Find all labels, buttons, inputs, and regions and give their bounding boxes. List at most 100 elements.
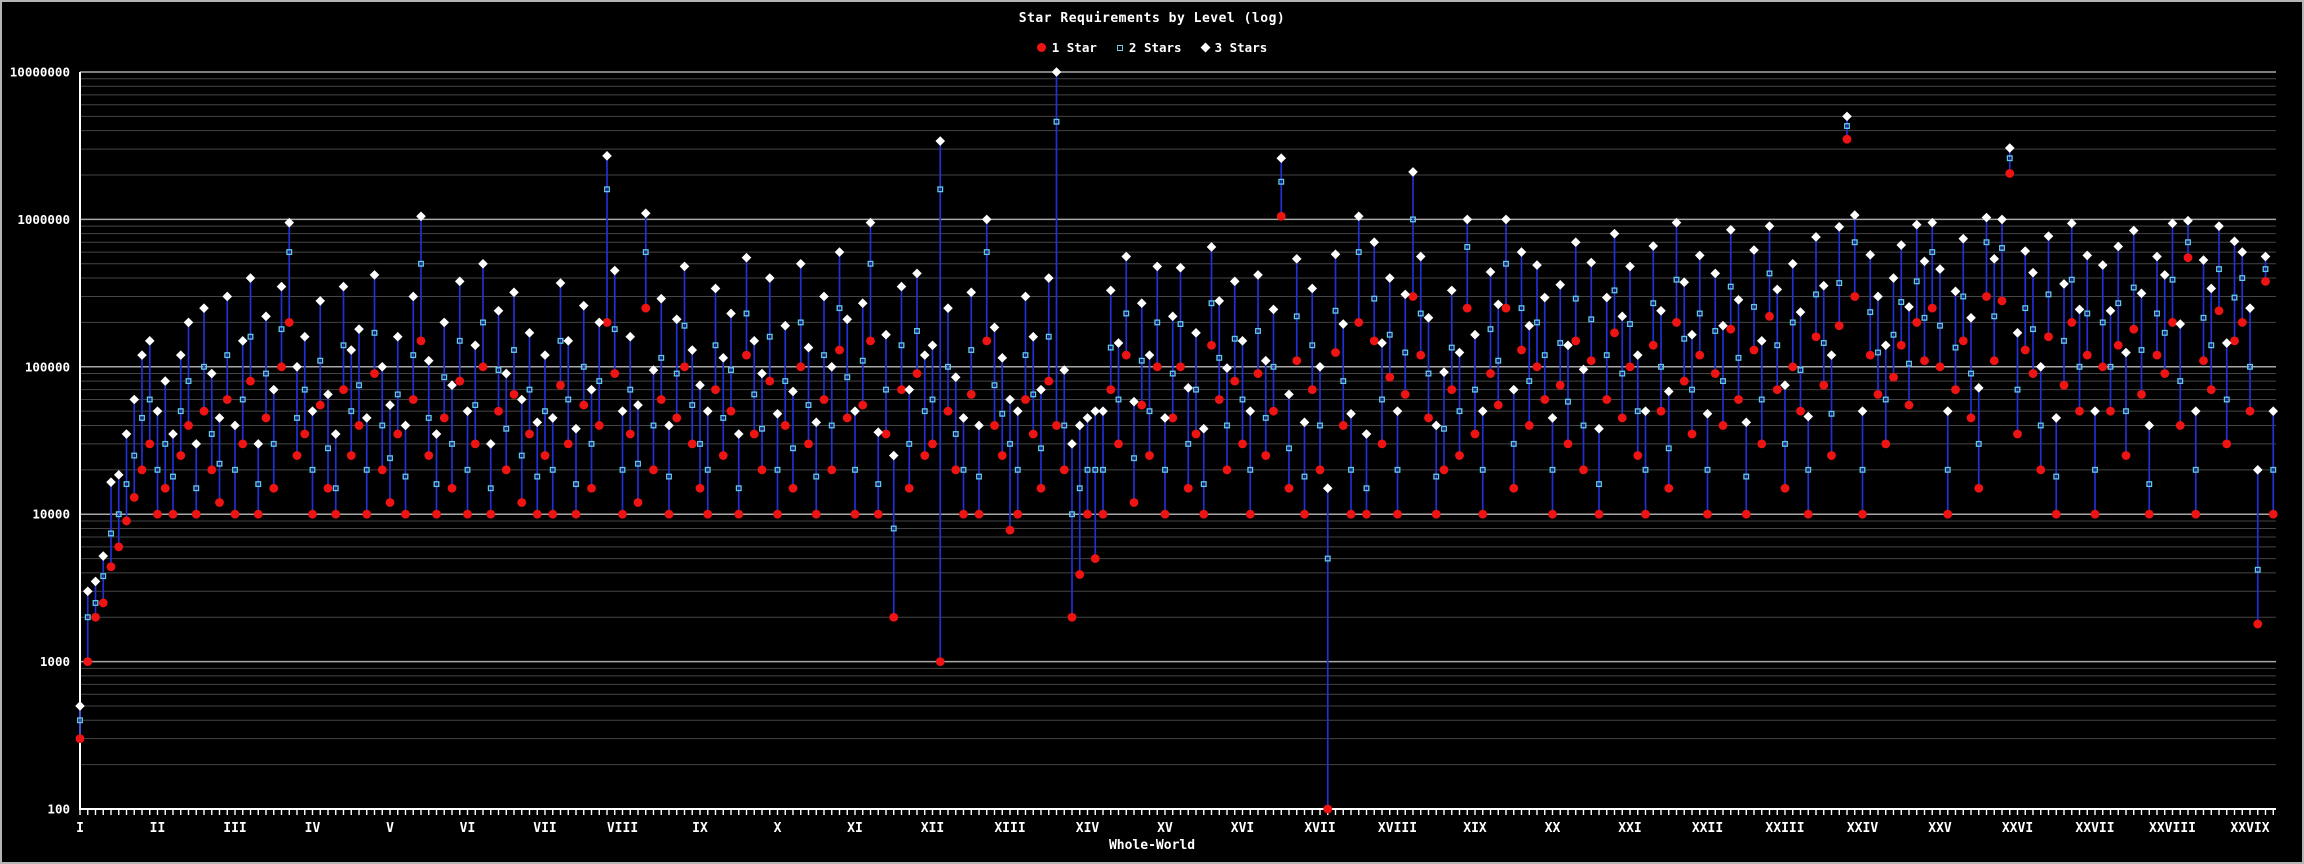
marker-1-star — [587, 483, 596, 493]
marker-3-stars — [1950, 286, 1961, 297]
marker-3-stars — [1989, 254, 2000, 264]
marker-3-stars — [617, 406, 628, 416]
chart-window: Star Requirements by Level (log) 1 Star … — [0, 0, 2304, 864]
marker-1-star — [695, 483, 705, 493]
marker-1-star — [1036, 483, 1046, 493]
marker-3-stars — [2074, 304, 2085, 315]
marker-3-stars — [299, 331, 310, 342]
marker-3-stars — [1369, 237, 1380, 248]
marker-1-star — [1834, 321, 1844, 331]
marker-1-star — [1687, 429, 1697, 439]
marker-3-stars — [1501, 214, 1511, 225]
marker-1-star — [1253, 369, 1263, 378]
marker-1-star — [1284, 483, 1294, 493]
marker-3-stars — [1384, 273, 1395, 283]
marker-1-star — [788, 483, 798, 493]
marker-1-star — [625, 429, 635, 439]
marker-1-star — [2075, 406, 2084, 416]
marker-1-star — [796, 362, 806, 372]
marker-1-star — [114, 542, 124, 552]
marker-3-stars — [2043, 231, 2054, 241]
marker-3-stars — [501, 368, 512, 379]
marker-3-stars — [245, 273, 256, 283]
marker-1-star — [470, 439, 480, 449]
marker-1-star — [1385, 372, 1395, 382]
marker-3-stars — [1865, 250, 1876, 260]
marker-3-stars — [1276, 153, 1287, 164]
x-axis-world-label: XXIII — [1765, 821, 1804, 836]
marker-1-star — [1896, 340, 1906, 350]
marker-1-star — [1958, 336, 1968, 346]
marker-1-star — [370, 369, 379, 378]
marker-3-stars — [1485, 267, 1496, 277]
marker-3-stars — [1904, 302, 1914, 312]
marker-3-stars — [1005, 394, 1015, 405]
marker-1-star — [563, 439, 573, 449]
marker-3-stars — [470, 340, 481, 351]
marker-1-star — [424, 451, 434, 460]
marker-3-stars — [315, 296, 326, 306]
marker-3-stars — [1067, 439, 1077, 449]
marker-1-star — [540, 451, 550, 460]
marker-1-star — [1594, 509, 1604, 519]
marker-1-star — [1393, 509, 1402, 519]
marker-1-star — [1292, 356, 1302, 366]
marker-1-star — [649, 465, 658, 475]
marker-3-stars — [1508, 384, 1519, 395]
marker-1-star — [1315, 465, 1325, 475]
marker-3-stars — [664, 420, 674, 431]
marker-1-star — [1377, 439, 1387, 449]
marker-1-star — [2020, 345, 2030, 355]
marker-1-star — [1183, 483, 1193, 493]
marker-3-stars — [594, 317, 605, 328]
marker-1-star — [966, 389, 976, 399]
marker-1-star — [122, 516, 131, 526]
marker-3-stars — [1237, 336, 1248, 346]
marker-3-stars — [1625, 261, 1635, 272]
marker-1-star — [1331, 348, 1340, 357]
marker-3-stars — [1539, 292, 1550, 303]
marker-1-star — [873, 509, 883, 519]
marker-3-stars — [741, 252, 752, 263]
marker-3-stars — [485, 439, 496, 449]
marker-3-stars — [478, 258, 488, 269]
marker-3-stars — [1020, 291, 1031, 302]
marker-1-star — [246, 376, 255, 386]
y-axis-label: 1000 — [40, 654, 70, 669]
x-axis-world-label: XIX — [1463, 821, 1487, 836]
marker-3-stars — [1880, 340, 1891, 351]
marker-1-star — [501, 465, 511, 475]
marker-1-star — [385, 498, 395, 507]
marker-3-stars — [1570, 237, 1581, 248]
marker-1-star — [401, 509, 410, 519]
marker-1-star — [1532, 362, 1542, 372]
marker-1-star — [2098, 362, 2108, 372]
marker-3-stars — [1919, 256, 1930, 267]
marker-1-star — [1400, 389, 1410, 399]
marker-1-star — [835, 345, 844, 355]
marker-1-star — [1230, 376, 1240, 386]
marker-1-star — [1307, 385, 1317, 395]
marker-1-star — [1083, 509, 1092, 519]
marker-1-star — [1199, 509, 1209, 519]
marker-3-stars — [385, 400, 395, 410]
marker-1-star — [1889, 372, 1898, 382]
marker-1-star — [773, 509, 782, 519]
marker-1-star — [1765, 311, 1774, 321]
x-axis-world-label: I — [76, 821, 84, 836]
marker-1-star — [253, 509, 263, 519]
marker-3-stars — [1563, 340, 1573, 351]
marker-1-star — [687, 439, 697, 449]
marker-3-stars — [2229, 236, 2240, 247]
marker-1-star — [1269, 406, 1278, 416]
marker-1-star — [137, 465, 147, 475]
marker-3-stars — [2105, 305, 2116, 316]
marker-1-star — [1672, 318, 1681, 327]
marker-1-star — [354, 421, 364, 430]
marker-3-stars — [152, 406, 163, 416]
marker-1-star — [664, 509, 674, 519]
marker-1-star — [2199, 356, 2208, 366]
marker-3-stars — [1268, 304, 1279, 315]
marker-3-stars — [2190, 406, 2201, 416]
marker-3-stars — [1756, 336, 1767, 346]
